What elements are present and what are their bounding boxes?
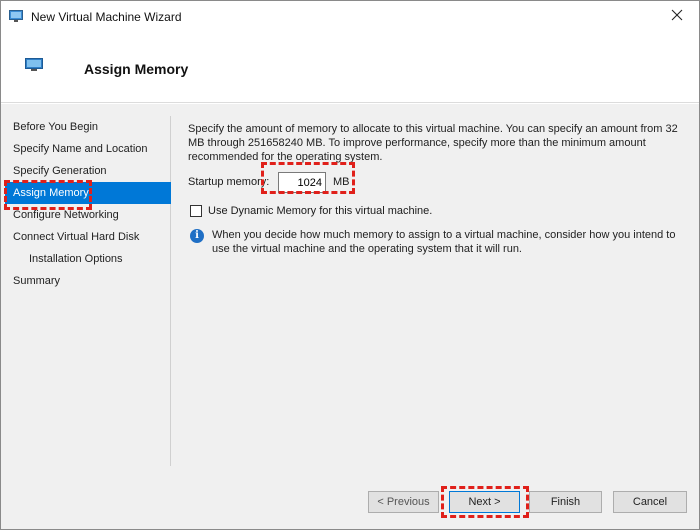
startup-memory-input[interactable] [278, 172, 326, 193]
nav-item-before-you-begin[interactable]: Before You Begin [5, 116, 171, 138]
close-icon [671, 9, 683, 24]
title-bar: New Virtual Machine Wizard [1, 1, 699, 33]
wizard-window: New Virtual Machine Wizard Assign Memory… [0, 0, 700, 530]
memory-description: Specify the amount of memory to allocate… [188, 123, 678, 163]
nav-item-specify-name-and-location[interactable]: Specify Name and Location [5, 138, 171, 160]
nav-item-installation-options[interactable]: Installation Options [5, 248, 171, 270]
nav-item-specify-generation[interactable]: Specify Generation [5, 160, 171, 182]
info-text: When you decide how much memory to assig… [212, 229, 676, 255]
nav-item-configure-networking[interactable]: Configure Networking [5, 204, 171, 226]
dynamic-memory-checkbox[interactable] [190, 205, 202, 217]
close-button[interactable] [655, 1, 699, 31]
monitor-icon [25, 58, 43, 72]
wizard-steps-nav: Before You Begin Specify Name and Locati… [5, 116, 171, 466]
nav-item-connect-virtual-hard-disk[interactable]: Connect Virtual Hard Disk [5, 226, 171, 248]
dynamic-memory-row: Use Dynamic Memory for this virtual mach… [190, 204, 490, 220]
startup-memory-label: Startup memory: [188, 176, 270, 188]
finish-button[interactable]: Finish [529, 491, 602, 513]
nav-item-summary[interactable]: Summary [5, 270, 171, 292]
dynamic-memory-label[interactable]: Use Dynamic Memory for this virtual mach… [208, 205, 432, 217]
wizard-footer: < Previous Next > Finish Cancel [1, 479, 699, 529]
content-area: Before You Begin Specify Name and Locati… [1, 104, 699, 479]
window-title: New Virtual Machine Wizard [31, 10, 182, 24]
startup-memory-row: Startup memory: MB [188, 171, 488, 195]
nav-item-assign-memory[interactable]: Assign Memory [5, 182, 171, 204]
page-header: Assign Memory [1, 33, 699, 103]
cancel-button[interactable]: Cancel [613, 491, 687, 513]
main-panel: Specify the amount of memory to allocate… [188, 122, 683, 255]
memory-unit-label: MB [333, 176, 350, 188]
previous-button[interactable]: < Previous [368, 491, 439, 513]
vm-wizard-icon [9, 10, 23, 22]
info-icon: i [190, 229, 204, 243]
page-title: Assign Memory [84, 61, 189, 77]
next-button[interactable]: Next > [449, 491, 520, 513]
